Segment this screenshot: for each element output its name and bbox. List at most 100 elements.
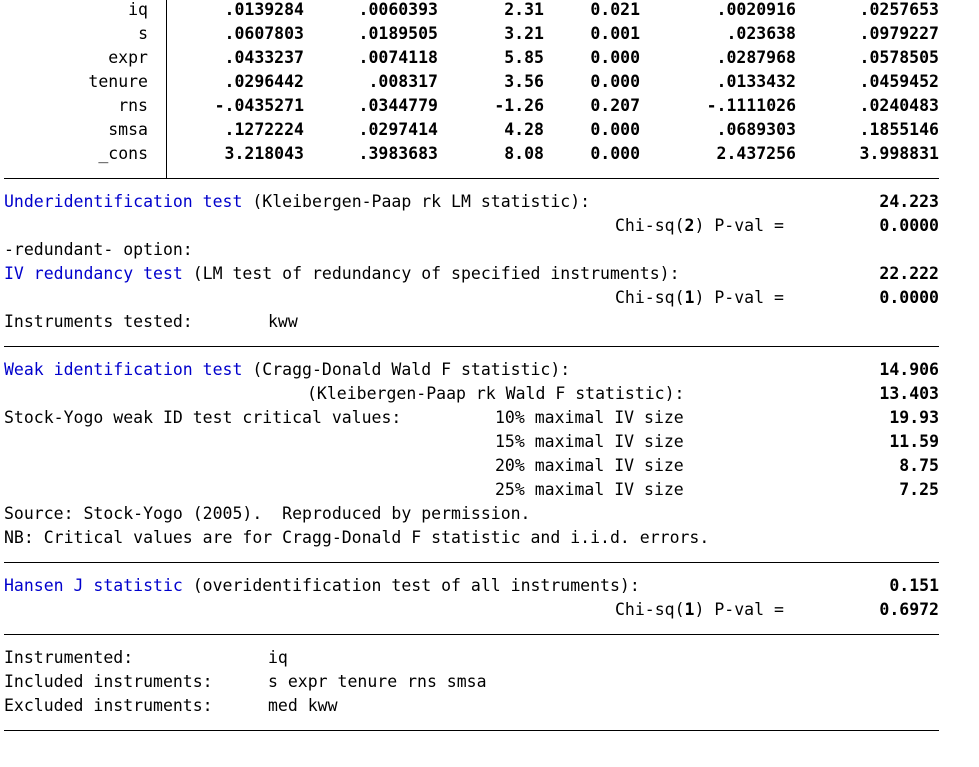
nb-line: NB: Critical values are for Cragg-Donald… — [4, 528, 710, 547]
std-error: .0344779 — [358, 96, 438, 115]
ci-upper: .0240483 — [859, 96, 939, 115]
coefficient: .0433237 — [224, 48, 304, 67]
underid-chisq-line: Chi-sq(2) P-val = — [615, 214, 784, 238]
chisq-suffix: ) P-val = — [694, 288, 784, 307]
section-rule-1 — [4, 346, 939, 347]
table-bottom-rule — [4, 178, 939, 179]
coefficient: .0139284 — [224, 0, 304, 19]
coefficient: 3.218043 — [224, 144, 304, 163]
table-row: tenure .0296442 .008317 3.56 0.000 .0133432 .0… — [0, 70, 979, 94]
std-error: .0074118 — [358, 48, 438, 67]
coefficient: .0296442 — [224, 72, 304, 91]
table-row: s .0607803 .0189505 3.21 0.001 .023638 .097922… — [0, 22, 979, 46]
p-value: 0.000 — [590, 48, 640, 67]
section-rule-3 — [4, 634, 939, 635]
std-error: .0297414 — [358, 120, 438, 139]
chisq-df: 1 — [684, 600, 695, 619]
instruments-tested-value: kww — [268, 312, 298, 331]
instrumented-value: iq — [268, 648, 288, 667]
z-stat: 3.21 — [504, 24, 544, 43]
coefficient: .1272224 — [224, 120, 304, 139]
excluded-instruments-value: med kww — [268, 696, 338, 715]
underid-stat: 24.223 — [879, 192, 939, 211]
variable-name: iq — [128, 0, 148, 19]
chisq-prefix: Chi-sq( — [615, 216, 685, 235]
critical-value-20: 8.75 — [899, 456, 939, 475]
stata-results-window: iq .0139284 .0060393 2.31 0.021 .0020916 .0257… — [0, 0, 979, 767]
hansen-pval: 0.6972 — [879, 600, 939, 619]
weakid-desc2: (Kleibergen-Paap rk Wald F statistic): — [307, 384, 685, 403]
z-stat: 5.85 — [504, 48, 544, 67]
instruments-tested-label: Instruments tested: — [4, 312, 193, 331]
table-row: iq .0139284 .0060393 2.31 0.021 .0020916 .0257… — [0, 0, 979, 22]
ci-lower: .0689303 — [716, 120, 796, 139]
p-value: 0.000 — [590, 72, 640, 91]
critical-label-20: 20% maximal IV size — [495, 456, 684, 475]
z-stat: 4.28 — [504, 120, 544, 139]
included-instruments-value: s expr tenure rns smsa — [268, 672, 487, 691]
chisq-prefix: Chi-sq( — [615, 600, 685, 619]
redundant-pval: 0.0000 — [879, 288, 939, 307]
variable-name: smsa — [108, 120, 148, 139]
variable-name: _cons — [98, 144, 148, 163]
ci-upper: 3.998831 — [859, 144, 939, 163]
critical-label-25: 25% maximal IV size — [495, 480, 684, 499]
z-stat: -1.26 — [494, 96, 544, 115]
weak-id-test-link[interactable]: Weak identification test — [4, 360, 242, 379]
critical-label-10: 10% maximal IV size — [495, 408, 684, 427]
z-stat: 8.08 — [504, 144, 544, 163]
std-error: .0060393 — [358, 0, 438, 19]
std-error: .0189505 — [358, 24, 438, 43]
variable-name: tenure — [88, 72, 148, 91]
table-row: expr .0433237 .0074118 5.85 0.000 .0287968 .05… — [0, 46, 979, 70]
critical-value-10: 19.93 — [889, 408, 939, 427]
redundant-stat: 22.222 — [879, 264, 939, 283]
table-row: _cons 3.218043 .3983683 8.08 0.000 2.437256 3.… — [0, 142, 979, 166]
underid-test-link[interactable]: Underidentification test — [4, 192, 242, 211]
p-value: 0.207 — [590, 96, 640, 115]
std-error: .008317 — [368, 72, 438, 91]
table-row: smsa .1272224 .0297414 4.28 0.000 .0689303 .18… — [0, 118, 979, 142]
redundant-line: IV redundancy test (LM test of redundanc… — [4, 262, 680, 286]
p-value: 0.000 — [590, 144, 640, 163]
underid-desc: (Kleibergen-Paap rk LM statistic): — [242, 192, 591, 211]
redundant-desc: (LM test of redundancy of specified inst… — [182, 264, 680, 283]
redundant-option-line: -redundant- option: — [4, 240, 193, 259]
ci-upper: .0979227 — [859, 24, 939, 43]
coefficient: .0607803 — [224, 24, 304, 43]
p-value: 0.021 — [590, 0, 640, 19]
p-value: 0.001 — [590, 24, 640, 43]
critical-label-15: 15% maximal IV size — [495, 432, 684, 451]
hansen-stat: 0.151 — [889, 576, 939, 595]
z-stat: 3.56 — [504, 72, 544, 91]
critical-value-25: 7.25 — [899, 480, 939, 499]
hansen-desc: (overidentification test of all instrume… — [182, 576, 640, 595]
ci-upper: .0578505 — [859, 48, 939, 67]
p-value: 0.000 — [590, 120, 640, 139]
ci-upper: .0459452 — [859, 72, 939, 91]
variable-name: expr — [108, 48, 148, 67]
z-stat: 2.31 — [504, 0, 544, 19]
section-rule-4 — [4, 730, 939, 731]
std-error: .3983683 — [358, 144, 438, 163]
included-instruments-label: Included instruments: — [4, 672, 213, 691]
redundant-chisq-line: Chi-sq(1) P-val = — [615, 286, 784, 310]
hansen-line: Hansen J statistic (overidentification t… — [4, 574, 640, 598]
ci-lower: .0287968 — [716, 48, 796, 67]
underid-line: Underidentification test (Kleibergen-Paa… — [4, 190, 590, 214]
section-rule-2 — [4, 562, 939, 563]
variable-name: s — [138, 24, 148, 43]
instrumented-label: Instrumented: — [4, 648, 134, 667]
weakid-desc1: (Cragg-Donald Wald F statistic): — [242, 360, 571, 379]
iv-redundancy-test-link[interactable]: IV redundancy test — [4, 264, 183, 283]
weakid-stat2: 13.403 — [879, 384, 939, 403]
ci-upper: .0257653 — [859, 0, 939, 19]
variable-name: rns — [118, 96, 148, 115]
source-line: Source: Stock-Yogo (2005). Reproduced by… — [4, 504, 531, 523]
chisq-df: 2 — [684, 216, 695, 235]
weakid-line: Weak identification test (Cragg-Donald W… — [4, 358, 570, 382]
hansen-j-link[interactable]: Hansen J statistic — [4, 576, 183, 595]
stock-yogo-label: Stock-Yogo weak ID test critical values: — [4, 408, 402, 427]
hansen-chisq-line: Chi-sq(1) P-val = — [615, 598, 784, 622]
weakid-stat1: 14.906 — [879, 360, 939, 379]
